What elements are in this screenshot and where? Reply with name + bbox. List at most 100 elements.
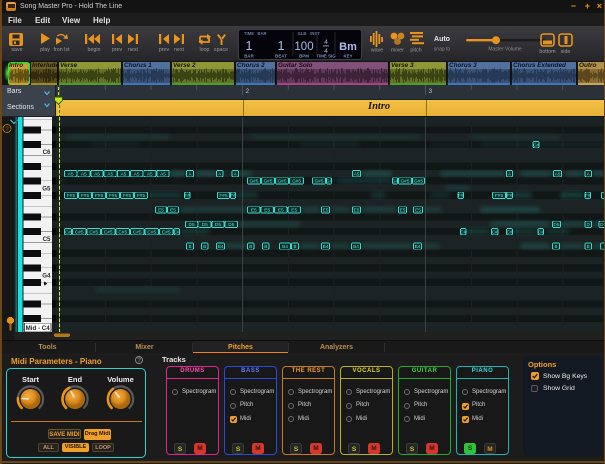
svg-text:C#5: C#5	[147, 230, 156, 236]
svg-text:C#5: C#5	[89, 230, 98, 236]
svg-text:C#5: C#5	[133, 230, 142, 236]
svg-text:D5: D5	[215, 222, 221, 228]
svg-text:G#: G#	[392, 179, 399, 184]
svg-text:G#5: G#5	[249, 179, 258, 185]
svg-text:A5: A5	[134, 172, 140, 178]
svg-text:A5: A5	[120, 172, 126, 178]
svg-text:TIME: TIME	[244, 31, 254, 36]
svg-text:C6: C6	[43, 149, 51, 156]
svg-text:A5: A5	[94, 172, 100, 178]
svg-text:C#5: C#5	[162, 230, 171, 236]
svg-text:F#: F#	[507, 193, 513, 198]
svg-text:E5: E5	[278, 208, 284, 214]
svg-text:C#: C#	[492, 230, 498, 235]
svg-text:B: B	[264, 244, 267, 249]
svg-text:E5: E5	[170, 208, 176, 214]
svg-text:A5: A5	[147, 172, 153, 178]
svg-text:C#: C#	[533, 143, 539, 148]
svg-text:B4: B4	[353, 244, 359, 250]
svg-text:GLB: GLB	[298, 31, 307, 36]
svg-text:C#5: C#5	[118, 230, 127, 236]
svg-text:E5: E5	[291, 208, 297, 214]
svg-text:pitch: pitch	[410, 48, 421, 54]
svg-text:1: 1	[246, 39, 253, 53]
svg-text:F#: F#	[458, 193, 464, 198]
svg-text:B4: B4	[323, 244, 329, 250]
svg-text:D5: D5	[553, 222, 559, 228]
svg-text:F#5: F#5	[137, 193, 146, 199]
svg-text:F#5: F#5	[495, 193, 504, 199]
svg-text:B: B	[587, 244, 590, 249]
svg-text:wave: wave	[371, 48, 383, 54]
svg-text:B4: B4	[415, 244, 421, 250]
svg-text:side: side	[561, 49, 571, 55]
svg-text:C#5: C#5	[104, 230, 113, 236]
svg-text:E5: E5	[158, 208, 164, 214]
svg-text:E5: E5	[264, 208, 270, 214]
svg-text:TIME SIG: TIME SIG	[316, 54, 336, 59]
svg-text:Auto: Auto	[434, 36, 450, 43]
svg-text:bottom: bottom	[539, 49, 556, 55]
svg-text:G#5: G#5	[400, 179, 409, 185]
svg-text:F#: F#	[230, 193, 236, 198]
svg-text:3: 3	[429, 88, 433, 95]
svg-text:B4: B4	[218, 244, 224, 250]
svg-text:C#: C#	[460, 230, 466, 235]
svg-text:B: B	[188, 244, 191, 249]
svg-text:F#5: F#5	[67, 193, 76, 199]
svg-text:E5: E5	[400, 208, 406, 214]
svg-text:D5: D5	[228, 222, 234, 228]
svg-text:G#: G#	[326, 179, 333, 184]
svg-text:E5: E5	[251, 208, 257, 214]
svg-text:A5: A5	[160, 172, 166, 178]
svg-text:Start: Start	[22, 375, 40, 384]
svg-text:E5: E5	[323, 208, 329, 214]
svg-text:C#5: C#5	[75, 230, 84, 236]
svg-text:BAR: BAR	[244, 54, 254, 59]
svg-text:G#5: G#5	[292, 179, 301, 185]
svg-text:KEY: KEY	[343, 54, 352, 59]
svg-text:B4: B4	[282, 244, 288, 250]
svg-text:G#5: G#5	[314, 179, 323, 185]
svg-text:100: 100	[294, 41, 313, 53]
svg-text:Mid - C4: Mid - C4	[26, 325, 51, 332]
svg-text:F#5: F#5	[109, 193, 118, 199]
svg-text:G#5: G#5	[414, 179, 423, 185]
svg-text:F#5: F#5	[95, 193, 104, 199]
svg-text:B: B	[293, 244, 296, 249]
svg-text:F#: F#	[585, 193, 591, 198]
svg-text:BPM: BPM	[299, 54, 309, 59]
svg-text:INST: INST	[310, 31, 320, 36]
svg-text:C5: C5	[43, 236, 51, 243]
svg-text:E5: E5	[415, 208, 421, 214]
svg-text:D: D	[600, 222, 604, 227]
svg-text:C#: C#	[174, 230, 180, 235]
svg-text:4: 4	[324, 39, 328, 46]
svg-text:F#5: F#5	[219, 193, 228, 199]
svg-text:B: B	[554, 244, 557, 249]
svg-text:E5: E5	[354, 208, 360, 214]
svg-text:A5: A5	[555, 172, 561, 178]
svg-text:A5: A5	[107, 172, 113, 178]
svg-text:mixer: mixer	[391, 48, 404, 54]
svg-text:A5: A5	[354, 172, 360, 178]
svg-text:D5: D5	[202, 222, 208, 228]
svg-text:B: B	[203, 244, 206, 249]
svg-text:B: B	[249, 244, 252, 249]
svg-text:2: 2	[246, 88, 250, 95]
svg-text:F#5: F#5	[81, 193, 90, 199]
svg-text:Volume: Volume	[107, 375, 134, 384]
svg-text:F#: F#	[185, 193, 191, 198]
svg-text:G#5: G#5	[277, 179, 286, 185]
svg-text:F#5: F#5	[123, 193, 132, 199]
svg-text:C#: C#	[507, 230, 513, 235]
svg-text:End: End	[68, 375, 83, 384]
svg-text:A5: A5	[68, 172, 74, 178]
svg-text:D5: D5	[189, 222, 195, 228]
svg-text:G5: G5	[42, 185, 51, 192]
svg-text:G#5: G#5	[263, 179, 272, 185]
svg-text:A5: A5	[81, 172, 87, 178]
svg-text:G4: G4	[42, 272, 51, 279]
svg-text:BEAT: BEAT	[275, 54, 287, 59]
svg-text:snap to: snap to	[434, 47, 451, 53]
